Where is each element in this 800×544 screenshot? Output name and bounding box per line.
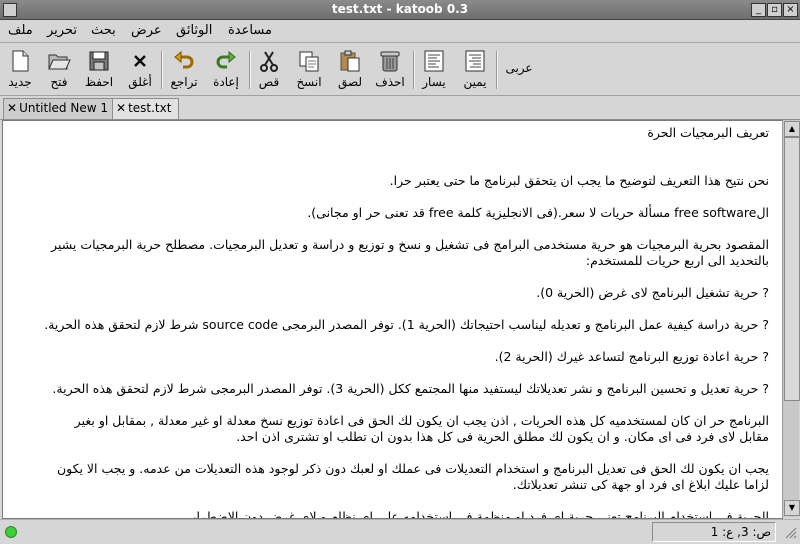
menu-search[interactable]: بحث xyxy=(91,23,116,38)
vertical-scrollbar[interactable]: ▲ ▼ xyxy=(782,120,800,517)
paste-button[interactable]: لصق xyxy=(334,47,366,93)
menu-documents[interactable]: الوثائق xyxy=(176,23,212,38)
minimize-button[interactable]: _ xyxy=(751,3,766,17)
text-line: بالتحديد الى اربع حريات للمستخدم: xyxy=(585,253,769,268)
scroll-up-arrow-icon[interactable]: ▲ xyxy=(784,121,800,137)
text-line: الحرية فى استخدام البرنامج تعنى حرية اى … xyxy=(190,509,769,519)
text-editor[interactable]: تعريف البرمجيات الحرة نحن نتيح هذا التعر… xyxy=(2,120,783,519)
title-bar: test.txt - katoob 0.3 _ ▫ × xyxy=(0,0,800,20)
toolbar-separator xyxy=(161,51,163,89)
cursor-position: ص: 3, ع: 1 xyxy=(652,522,776,542)
scrollbar-thumb[interactable] xyxy=(784,137,800,401)
copy-button[interactable]: انسخ xyxy=(291,47,327,93)
text-line: نحن نتيح هذا التعريف لتوضيح ما يجب ان يت… xyxy=(389,173,769,188)
text-line: ? حرية تشغيل البرنامج لاى غرض (الحرية 0)… xyxy=(536,285,769,300)
redo-icon xyxy=(214,49,238,73)
scissors-icon xyxy=(257,49,281,73)
new-document-icon xyxy=(8,49,32,73)
floppy-disk-icon xyxy=(87,49,111,73)
tab-close-icon[interactable]: ✕ xyxy=(7,101,17,115)
toolbar-separator xyxy=(496,51,498,89)
undo-button[interactable]: تراجع xyxy=(166,47,202,93)
status-indicator-icon xyxy=(5,526,17,538)
tab-untitled-new-1[interactable]: ✕ Untitled New 1 xyxy=(3,98,114,119)
toolbar: جديد فتح احفظ أغلق تراجع إعادة قص انسخ ل… xyxy=(0,43,800,96)
text-line: لزاما عليك ابلاغ اى فرد او جهة كى تنشر ت… xyxy=(512,477,769,492)
window-title: test.txt - katoob 0.3 xyxy=(331,2,469,16)
copy-icon xyxy=(297,49,321,73)
text-line: تعريف البرمجيات الحرة xyxy=(647,125,769,140)
paste-icon xyxy=(338,49,362,73)
toolbar-separator xyxy=(249,51,251,89)
text-line: ? حرية تعديل و تحسين البرنامج و نشر تعدي… xyxy=(52,381,769,396)
menu-help[interactable]: مساعدة xyxy=(228,23,272,38)
close-icon xyxy=(128,49,152,73)
text-line: المقصود بحرية البرمجيات هو حرية مستخدمى … xyxy=(51,237,769,252)
maximize-button[interactable]: ▫ xyxy=(767,3,782,17)
tab-close-icon[interactable]: ✕ xyxy=(116,101,126,115)
cut-button[interactable]: قص xyxy=(254,47,284,93)
align-left-icon xyxy=(422,49,446,73)
toolbar-separator xyxy=(413,51,415,89)
text-line: يجب ان يكون لك الحق فى تعديل البرنامج و … xyxy=(56,461,769,476)
document-tabs: ✕ Untitled New 1 ✕ test.txt xyxy=(0,96,800,120)
align-right-button[interactable]: يمين xyxy=(458,47,492,93)
delete-button[interactable]: احذف xyxy=(372,47,408,93)
redo-button[interactable]: إعادة xyxy=(208,47,244,93)
menu-edit[interactable]: تحرير xyxy=(47,23,77,38)
scroll-down-arrow-icon[interactable]: ▼ xyxy=(784,500,800,516)
text-line: البرنامج حر ان كان لمستخدميه كل هذه الحر… xyxy=(74,413,769,428)
align-left-button[interactable]: يسار xyxy=(418,47,450,93)
trash-icon xyxy=(378,49,402,73)
close-window-button[interactable]: × xyxy=(783,3,798,17)
close-button[interactable]: أغلق xyxy=(123,47,157,93)
text-line: ? حرية دراسة كيفية عمل البرنامج و تعديله… xyxy=(44,317,769,332)
align-right-icon xyxy=(463,49,487,73)
tab-test-txt[interactable]: ✕ test.txt xyxy=(112,98,179,119)
menu-view[interactable]: عرض xyxy=(131,23,162,38)
open-button[interactable]: فتح xyxy=(44,47,74,93)
resize-grip-icon[interactable] xyxy=(783,524,797,540)
status-bar: ص: 3, ع: 1 xyxy=(0,519,800,544)
menu-bar: ملف تحرير بحث عرض الوثائق مساعدة xyxy=(0,20,800,43)
text-line: مقابل لاى فرد فى اى مكان. و ان يكون لك م… xyxy=(236,429,769,444)
text-line: ? حرية اعادة توزيع البرنامج لتساعد غيرك … xyxy=(494,349,769,364)
undo-icon xyxy=(172,49,196,73)
text-line: الfree software مسألة حريات لا سعر.(فى ا… xyxy=(307,205,769,220)
folder-open-icon xyxy=(47,49,71,73)
new-button[interactable]: جديد xyxy=(4,47,36,93)
menu-file[interactable]: ملف xyxy=(8,23,33,38)
save-button[interactable]: احفظ xyxy=(83,47,115,93)
